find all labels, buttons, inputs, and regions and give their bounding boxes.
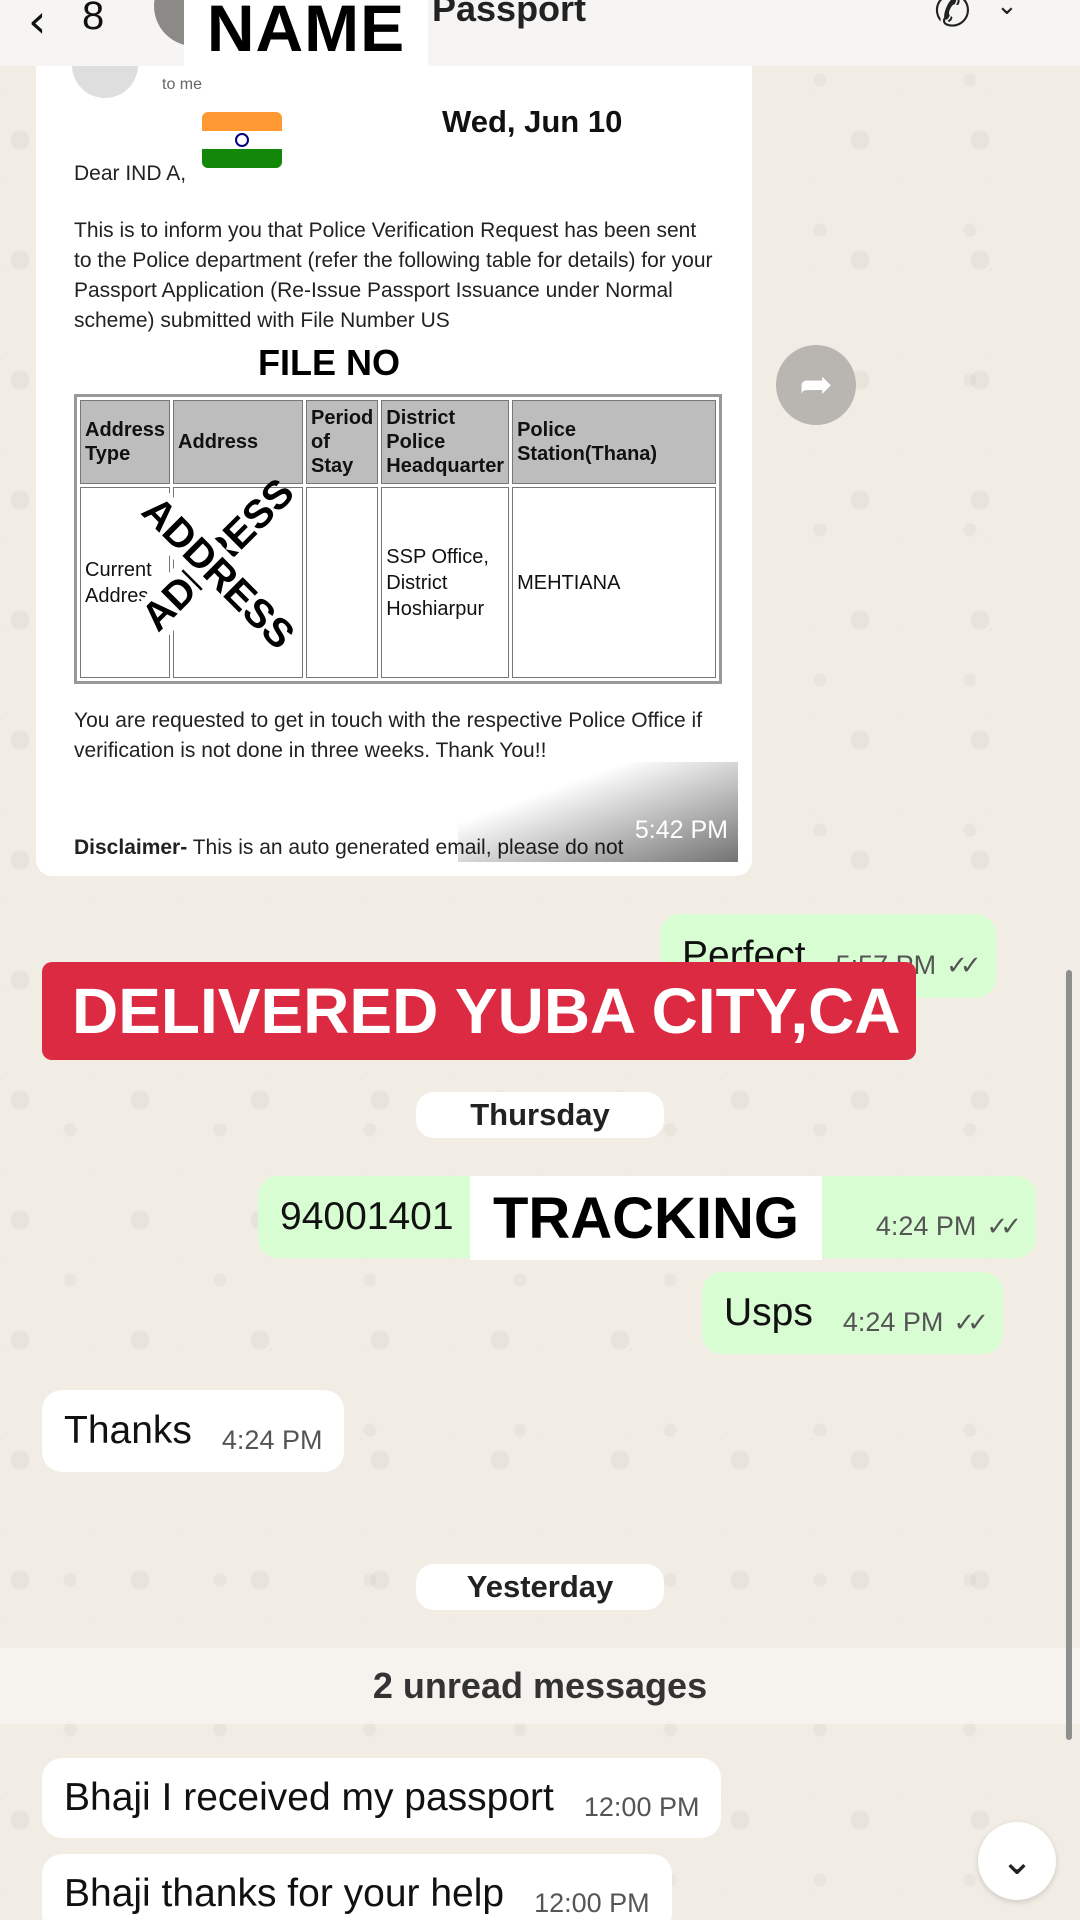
table-cell: MEHTIANA [512, 487, 716, 678]
message-text: Bhaji thanks for your help [64, 1872, 505, 1915]
name-redaction-label: NAME [184, 0, 428, 70]
table-header: Address Type [80, 400, 171, 484]
table-cell [306, 487, 379, 678]
unread-messages-divider: 2 unread messages [0, 1648, 1080, 1724]
message-text: Thanks [64, 1409, 192, 1452]
forward-icon[interactable]: ➦ [776, 345, 856, 425]
email-paragraph: You are requested to get in touch with t… [74, 709, 703, 762]
table-cell: SSP Office, District Hoshiarpur [381, 487, 510, 678]
email-paragraph: This is to inform you that Police Verifi… [74, 219, 713, 332]
email-date-chip: Wed, Jun 10 [416, 96, 649, 148]
scroll-to-bottom-icon[interactable]: ⌄ [978, 1822, 1056, 1900]
message-text: Usps [724, 1291, 813, 1334]
message-time: 12:00 PM [534, 1887, 650, 1918]
tracking-redaction-label: TRACKING [470, 1176, 822, 1260]
phone-icon[interactable]: ✆ [934, 0, 971, 37]
table-header: Police Station(Thana) [512, 400, 716, 484]
email-salutation: Dear IND A, [74, 162, 187, 185]
double-check-icon [986, 1211, 1014, 1242]
message-text: 94001401 [280, 1195, 454, 1238]
message-time: 12:00 PM [583, 1791, 700, 1822]
back-arrow-icon[interactable]: ‹ [28, 0, 46, 48]
incoming-message[interactable]: Bhaji thanks for your help 12:00 PM [42, 1854, 672, 1920]
chevron-down-icon[interactable]: ⌄ [996, 0, 1018, 21]
double-check-icon [953, 1307, 981, 1338]
incoming-message[interactable]: Thanks 4:24 PM [42, 1390, 345, 1472]
message-time: 4:24 PM [875, 1210, 977, 1241]
unread-chats-count[interactable]: 8 [82, 0, 104, 39]
message-time: 4:24 PM [221, 1424, 323, 1455]
table-header: Address [173, 400, 304, 484]
chat-header: ‹ 8 t Passport ✆ ⌄ NAME [0, 0, 1080, 70]
image-shade [458, 762, 738, 862]
delivered-banner: DELIVERED YUBA CITY,CA [42, 962, 916, 1060]
incoming-message[interactable]: Bhaji I received my passport 12:00 PM [42, 1758, 722, 1838]
table-header: District Police Headquarter [381, 400, 510, 484]
scrollbar[interactable] [1066, 970, 1072, 1740]
date-separator: Yesterday [416, 1564, 664, 1610]
email-screenshot[interactable]: to me Dear IND A, This is to inform you … [50, 66, 738, 862]
date-separator: Thursday [416, 1092, 664, 1138]
message-time: 5:42 PM [634, 816, 728, 844]
message-text: Bhaji I received my passport [64, 1776, 554, 1819]
disclaimer-label: Disclaimer- [74, 836, 188, 859]
message-time: 4:24 PM [842, 1306, 944, 1337]
image-message[interactable]: to me Dear IND A, This is to inform you … [36, 66, 752, 876]
table-header: Period of Stay [306, 400, 379, 484]
double-check-icon [946, 950, 974, 981]
contact-title[interactable]: t Passport [410, 0, 586, 30]
email-sender-avatar [72, 66, 138, 98]
email-recipient: to me [162, 76, 203, 93]
india-flag-icon [202, 112, 282, 168]
file-number-redaction-label: FILE NO [246, 338, 412, 388]
outgoing-message[interactable]: Usps 4:24 PM [702, 1272, 1003, 1354]
